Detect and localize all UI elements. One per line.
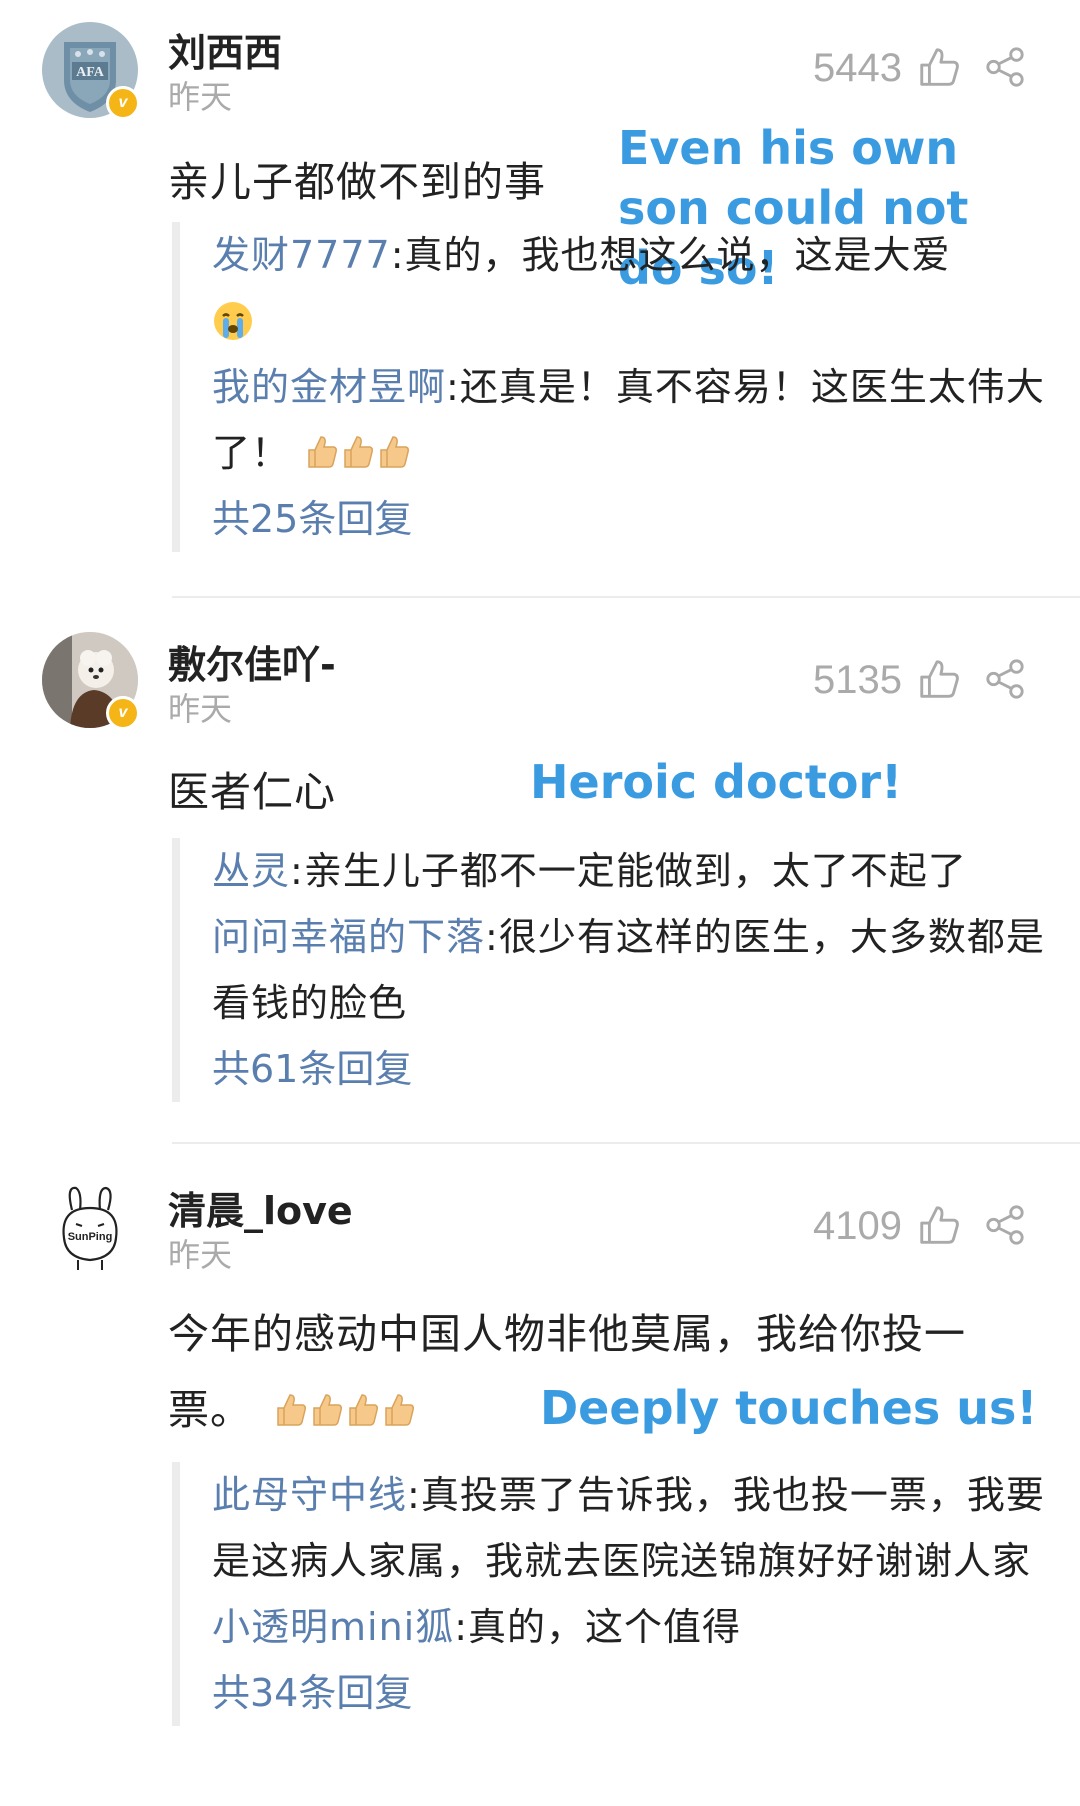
avatar[interactable]: SunPing	[42, 1180, 138, 1276]
avatar[interactable]: v	[42, 632, 140, 730]
comment-feed: AFA v 刘西西 昨天 5443 亲儿子都做不到的事 Even his own…	[0, 0, 1080, 1806]
share-icon[interactable]	[984, 658, 1026, 700]
translation-note: Deeply touches us!	[540, 1378, 1060, 1438]
like-count: 5135	[813, 658, 902, 702]
reply-item[interactable]: 丛灵:亲生儿子都不一定能做到，太了不起了	[212, 838, 1052, 904]
reply-author[interactable]: 此母守中线	[212, 1473, 407, 1517]
thumbs-up-outline-icon[interactable]	[916, 1202, 962, 1248]
translation-note: Heroic doctor!	[530, 755, 903, 809]
reply-item[interactable]: 发财7777:真的，我也想这么说，这是大爱	[212, 222, 1052, 354]
thumbs-up-outline-icon[interactable]	[916, 656, 962, 702]
timestamp: 昨天	[168, 78, 233, 116]
reply-author[interactable]: 丛灵	[212, 849, 290, 893]
reply-item[interactable]: 我的金材昱啊:还真是！真不容易！这医生太伟大了！	[212, 354, 1052, 486]
username[interactable]: 刘西西	[168, 22, 282, 77]
reply-author[interactable]: 问问幸福的下落	[212, 915, 485, 959]
divider	[172, 596, 1080, 598]
reply-box: 发财7777:真的，我也想这么说，这是大爱 我的金材昱啊:还真是！真不容易！这医…	[172, 222, 1052, 552]
reply-text: 真的，这个值得	[468, 1605, 742, 1649]
thumbs-up-emoji-icon	[272, 1386, 416, 1434]
crying-face-icon	[214, 302, 252, 340]
reply-author[interactable]: 发财7777	[212, 233, 391, 277]
thumbs-up-emoji-icon	[303, 431, 411, 475]
reply-author[interactable]: 我的金材昱啊	[212, 365, 446, 409]
view-more-replies-link[interactable]: 共34条回复	[212, 1660, 1052, 1726]
bunny-doodle-image: SunPing	[44, 1182, 136, 1274]
reply-box: 此母守中线:真投票了告诉我，我也投一票，我要是这病人家属，我就去医院送锦旗好好谢…	[172, 1462, 1052, 1726]
view-more-replies-link[interactable]: 共25条回复	[212, 486, 1052, 552]
timestamp: 昨天	[168, 1236, 233, 1274]
username[interactable]: 敷尔佳吖-	[168, 634, 336, 689]
divider	[172, 1142, 1080, 1144]
reply-item[interactable]: 此母守中线:真投票了告诉我，我也投一票，我要是这病人家属，我就去医院送锦旗好好谢…	[212, 1462, 1052, 1594]
comment-text: 医者仁心	[168, 768, 336, 816]
svg-text:AFA: AFA	[76, 65, 105, 80]
comment-text: 亲儿子都做不到的事	[168, 158, 546, 206]
share-icon[interactable]	[984, 1204, 1026, 1246]
svg-text:SunPing: SunPing	[68, 1231, 113, 1243]
share-icon[interactable]	[984, 46, 1026, 88]
verified-badge-icon: v	[106, 696, 140, 730]
reply-author[interactable]: 小透明mini狐	[212, 1605, 454, 1649]
thumbs-up-outline-icon[interactable]	[916, 44, 962, 90]
reply-text: 亲生儿子都不一定能做到，太了不起了	[303, 849, 967, 893]
timestamp: 昨天	[168, 690, 233, 728]
like-count: 5443	[813, 46, 902, 90]
reply-box: 丛灵:亲生儿子都不一定能做到，太了不起了 问问幸福的下落:很少有这样的医生，大多…	[172, 838, 1052, 1102]
avatar[interactable]: AFA v	[42, 22, 140, 120]
username[interactable]: 清晨_love	[168, 1180, 353, 1235]
verified-badge-icon: v	[106, 86, 140, 120]
reply-item[interactable]: 问问幸福的下落:很少有这样的医生，大多数都是看钱的脸色	[212, 904, 1052, 1036]
reply-item[interactable]: 小透明mini狐:真的，这个值得	[212, 1594, 1052, 1660]
like-count: 4109	[813, 1204, 902, 1248]
reply-text: 真的，我也想这么说，这是大爱	[404, 233, 951, 277]
view-more-replies-link[interactable]: 共61条回复	[212, 1036, 1052, 1102]
